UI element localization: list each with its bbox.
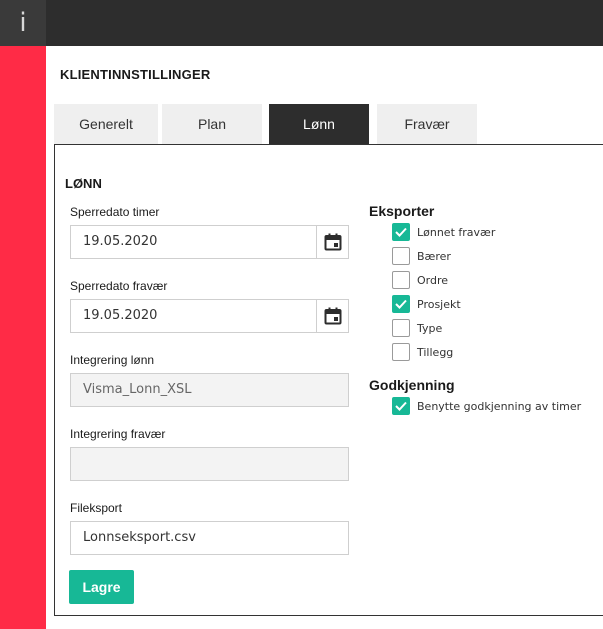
- calendar-icon[interactable]: [316, 299, 349, 333]
- checkbox-label: Lønnet fravær: [417, 225, 496, 239]
- checkbox[interactable]: [392, 223, 410, 241]
- tab-lonn[interactable]: Lønn: [269, 104, 369, 144]
- checkbox-lonnet-fravaer[interactable]: Lønnet fravær: [392, 223, 495, 241]
- fileksport-input[interactable]: Lonnseksport.csv: [70, 521, 349, 555]
- checkbox-tillegg[interactable]: Tillegg: [392, 343, 453, 361]
- integrering-lonn-input[interactable]: Visma_Lonn_XSL: [70, 373, 349, 407]
- section-title: LØNN: [65, 176, 102, 191]
- sperredato-fravaer-input[interactable]: 19.05.2020: [70, 299, 317, 333]
- checkbox-label: Bærer: [417, 249, 451, 263]
- fileksport-label: Fileksport: [70, 501, 123, 515]
- checkbox-label: Type: [417, 321, 443, 335]
- checkbox[interactable]: [392, 271, 410, 289]
- top-bar: i: [0, 0, 603, 46]
- calendar-icon[interactable]: [316, 225, 349, 259]
- checkbox[interactable]: [392, 343, 410, 361]
- checkbox[interactable]: [392, 247, 410, 265]
- checkbox-baerer[interactable]: Bærer: [392, 247, 451, 265]
- godkjenning-title: Godkjenning: [369, 377, 455, 393]
- sperredato-fravaer-label: Sperredato fravær: [70, 279, 168, 293]
- checkbox-label: Tillegg: [417, 345, 454, 359]
- checkbox-label: Benytte godkjenning av timer: [417, 399, 582, 413]
- eksporter-title: Eksporter: [369, 203, 435, 219]
- integrering-fravaer-input[interactable]: [70, 447, 349, 481]
- checkbox-type[interactable]: Type: [392, 319, 442, 337]
- tab-generelt[interactable]: Generelt: [54, 104, 158, 144]
- checkbox[interactable]: [392, 319, 410, 337]
- checkbox[interactable]: [392, 397, 410, 415]
- checkbox-ordre[interactable]: Ordre: [392, 271, 448, 289]
- tab-fravaer[interactable]: Fravær: [377, 104, 477, 144]
- integrering-lonn-label: Integrering lønn: [70, 353, 155, 367]
- info-icon[interactable]: i: [0, 0, 46, 46]
- page-title: KLIENTINNSTILLINGER: [60, 67, 211, 82]
- save-button[interactable]: Lagre: [69, 570, 134, 604]
- sperredato-timer-label: Sperredato timer: [70, 205, 160, 219]
- checkbox-label: Prosjekt: [417, 297, 461, 311]
- checkbox-benytte-godkjenning[interactable]: Benytte godkjenning av timer: [392, 397, 581, 415]
- side-accent-bar: [0, 46, 46, 629]
- checkbox-label: Ordre: [417, 273, 449, 287]
- checkbox[interactable]: [392, 295, 410, 313]
- tab-plan[interactable]: Plan: [162, 104, 262, 144]
- integrering-fravaer-label: Integrering fravær: [70, 427, 166, 441]
- checkbox-prosjekt[interactable]: Prosjekt: [392, 295, 461, 313]
- sperredato-timer-input[interactable]: 19.05.2020: [70, 225, 317, 259]
